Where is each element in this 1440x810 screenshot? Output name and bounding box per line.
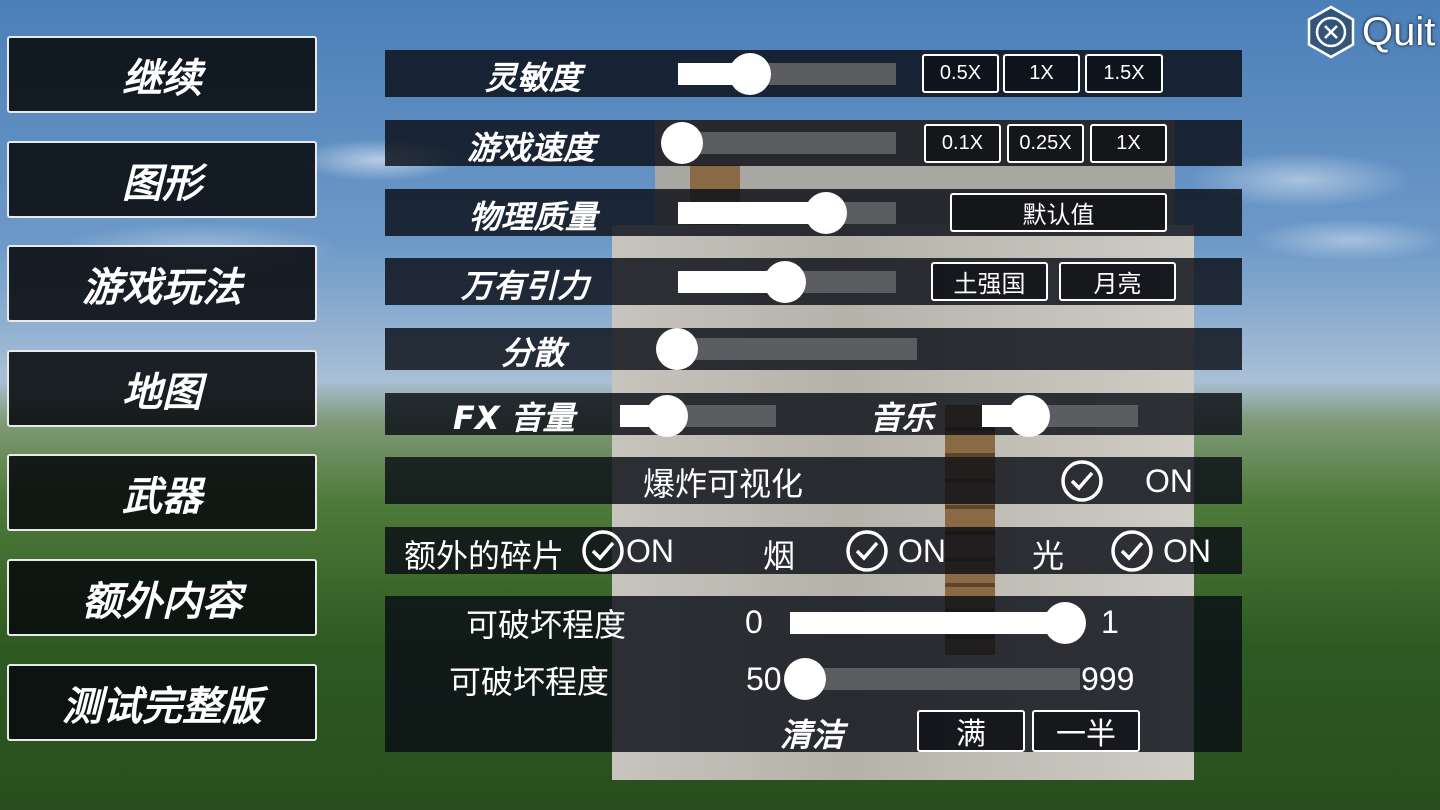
menu-gameplay-button[interactable]: 游戏玩法 [7,245,317,322]
physics-quality-row: 物理质量 默认值 [385,189,1242,236]
light-checkbox[interactable] [1110,529,1154,573]
explosion-visual-state: ON [1145,463,1193,499]
menu-test-full-version-button[interactable]: 测试完整版 [7,664,317,741]
explosion-visual-row: 爆炸可视化 ON [385,457,1242,504]
extra-debris-checkbox[interactable] [581,529,625,573]
menu-continue-button[interactable]: 继续 [7,36,317,113]
game-speed-slider[interactable] [661,122,896,164]
extra-debris-label: 额外的碎片 [404,537,565,575]
physics-quality-label: 物理质量 [469,198,598,236]
effects-row: 额外的碎片 ON 烟 ON 光 ON [385,527,1242,575]
gravity-preset-earth-button[interactable]: 土强国 [931,262,1048,301]
destructibility-2-min: 50 [746,661,782,697]
smoke-checkbox[interactable] [845,529,889,573]
menu-graphics-button[interactable]: 图形 [7,141,317,218]
sensitivity-label: 灵敏度 [485,59,582,97]
cleanup-full-button[interactable]: 满 [917,710,1025,752]
cleanup-half-button[interactable]: 一半 [1032,710,1140,752]
quit-button[interactable]: Quit [1304,5,1436,59]
slider-handle[interactable] [728,53,771,95]
gravity-preset-moon-button[interactable]: 月亮 [1059,262,1176,301]
slider-handle[interactable] [763,261,806,303]
smoke-state: ON [898,533,946,569]
fx-volume-label: FX 音量 [453,399,575,437]
destructibility-2-label: 可破坏程度 [449,663,610,701]
sensitivity-preset-0-5x-button[interactable]: 0.5X [922,54,999,93]
menu-weapons-button[interactable]: 武器 [7,454,317,531]
gravity-label: 万有引力 [461,267,590,305]
smoke-label: 烟 [763,537,796,575]
slider-handle[interactable] [805,192,848,234]
explosion-visual-checkbox[interactable] [1060,459,1104,503]
explosion-visual-label: 爆炸可视化 [643,465,804,503]
destructibility-1-max: 1 [1101,604,1119,640]
game-speed-row: 游戏速度 0.1X 0.25X 1X [385,120,1242,167]
quit-label: Quit [1362,9,1436,54]
slider-handle[interactable] [1044,602,1087,644]
extra-debris-state: ON [626,533,674,569]
close-hex-icon [1307,5,1355,59]
light-state: ON [1163,533,1211,569]
dispersion-slider[interactable] [656,328,917,370]
music-label: 音乐 [870,399,935,437]
gravity-row: 万有引力 土强国 月亮 [385,258,1242,305]
checkmark-icon [1070,471,1094,491]
menu-map-button[interactable]: 地图 [7,350,317,427]
sensitivity-preset-1x-button[interactable]: 1X [1003,54,1080,93]
destructibility-2-slider[interactable] [783,658,1080,700]
gravity-slider[interactable] [678,261,896,303]
sensitivity-slider[interactable] [678,53,896,95]
destructibility-1-label: 可破坏程度 [466,606,627,644]
game-speed-label: 游戏速度 [467,129,596,167]
destructibility-panel: 可破坏程度 0 1 可破坏程度 50 999 清洁 满 一半 [385,596,1242,754]
light-label: 光 [1032,537,1065,575]
music-slider[interactable] [982,395,1138,437]
slider-handle[interactable] [645,395,688,437]
game-speed-preset-1x-button[interactable]: 1X [1090,124,1167,163]
menu-extras-button[interactable]: 额外内容 [7,559,317,636]
checkmark-icon [855,541,879,561]
checkmark-icon [1120,541,1144,561]
game-speed-preset-0-25x-button[interactable]: 0.25X [1007,124,1084,163]
slider-handle[interactable] [783,658,826,700]
physics-quality-slider[interactable] [678,192,896,234]
physics-default-button[interactable]: 默认值 [950,193,1167,232]
dispersion-label: 分散 [501,334,566,372]
cleanup-label: 清洁 [780,716,845,754]
slider-handle[interactable] [661,122,704,164]
destructibility-1-min: 0 [745,604,763,640]
sensitivity-preset-1-5x-button[interactable]: 1.5X [1085,54,1163,93]
audio-row: FX 音量 音乐 [385,393,1242,437]
destructibility-2-max: 999 [1081,661,1135,697]
destructibility-1-slider[interactable] [790,602,1087,644]
sensitivity-row: 灵敏度 0.5X 1X 1.5X [385,50,1242,97]
checkmark-icon [591,541,615,561]
game-speed-preset-0-1x-button[interactable]: 0.1X [924,124,1001,163]
slider-handle[interactable] [1007,395,1050,437]
dispersion-row: 分散 [385,328,1242,372]
slider-handle[interactable] [656,328,698,370]
fx-volume-slider[interactable] [620,395,776,437]
